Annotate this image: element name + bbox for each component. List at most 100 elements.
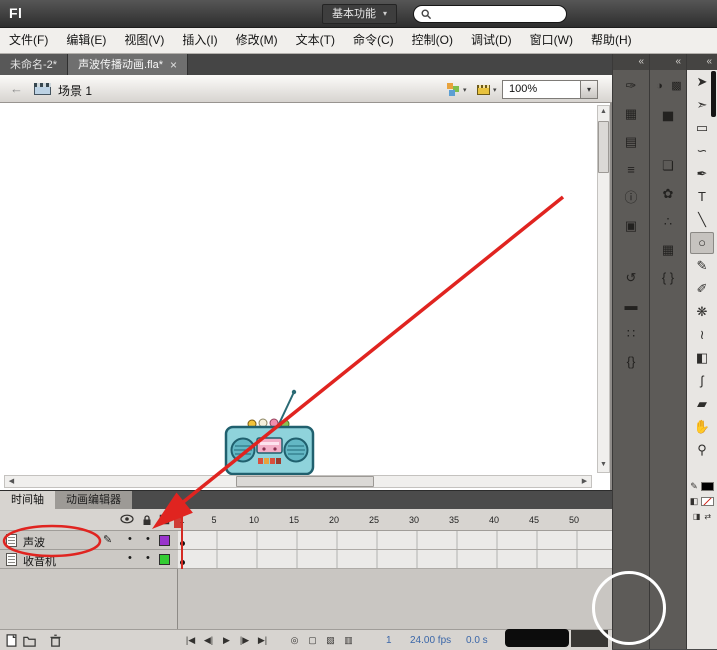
- outline-column-icon[interactable]: [159, 514, 170, 525]
- collapse-panels-button[interactable]: «: [650, 54, 686, 70]
- tools-scrollbar-thumb[interactable]: [711, 71, 716, 117]
- new-folder-button[interactable]: [22, 633, 37, 648]
- current-frame-field[interactable]: 1: [386, 635, 392, 646]
- layer-name[interactable]: 声波: [23, 534, 45, 550]
- bone-tool[interactable]: ≀: [690, 324, 714, 346]
- search-input[interactable]: [436, 8, 559, 20]
- menu-commands[interactable]: 命令(C): [344, 28, 403, 53]
- swap-colors-button[interactable]: ⇄: [704, 512, 711, 521]
- edit-symbols-button[interactable]: ▾: [447, 82, 473, 97]
- lock-column-icon[interactable]: [142, 514, 152, 526]
- zoom-value-field[interactable]: 100%: [502, 80, 581, 99]
- scrollbar-thumb[interactable]: [598, 121, 609, 173]
- library-panel-icon[interactable]: ❏: [655, 154, 681, 178]
- layer-row-radio[interactable]: 收音机 • •: [0, 550, 178, 569]
- align-panel-icon[interactable]: ▅: [655, 102, 681, 126]
- scrollbar-track[interactable]: [18, 476, 578, 487]
- swatches-panel-icon[interactable]: ▦: [618, 102, 644, 126]
- scrollbar-track[interactable]: [598, 119, 609, 459]
- info-panel-icon[interactable]: ≡: [618, 158, 644, 182]
- onion-skin-outlines-button[interactable]: ▧: [322, 632, 339, 648]
- components-panel-icon[interactable]: ▦: [655, 238, 681, 262]
- step-back-button[interactable]: ◀|: [200, 632, 217, 648]
- tab-motion-editor[interactable]: 动画编辑器: [55, 491, 132, 509]
- menu-insert[interactable]: 插入(I): [173, 28, 226, 53]
- layer-lock-dot[interactable]: •: [146, 533, 150, 545]
- eyedropper-tool[interactable]: ʃ: [690, 370, 714, 392]
- eraser-tool[interactable]: ▰: [690, 393, 714, 415]
- menu-edit[interactable]: 编辑(E): [57, 28, 115, 53]
- tab-timeline[interactable]: 时间轴: [0, 491, 55, 509]
- layer-outline-color-swatch[interactable]: [159, 535, 170, 546]
- go-to-first-frame-button[interactable]: |◀: [182, 632, 199, 648]
- free-transform-tool[interactable]: ▭: [690, 117, 714, 139]
- align-panel-icon[interactable]: ▤: [618, 130, 644, 154]
- new-layer-button[interactable]: [4, 633, 19, 648]
- lasso-tool[interactable]: ∽: [690, 140, 714, 162]
- menu-window[interactable]: 窗口(W): [521, 28, 582, 53]
- zoom-tool[interactable]: ⚲: [690, 439, 714, 461]
- text-tool[interactable]: T: [690, 186, 714, 208]
- tab-soundwave-animation[interactable]: 声波传播动画.fla* ×: [68, 54, 189, 75]
- layer-outline-color-swatch[interactable]: [159, 554, 170, 565]
- deco-tool[interactable]: ❋: [690, 301, 714, 323]
- step-forward-button[interactable]: |▶: [236, 632, 253, 648]
- scroll-down-icon[interactable]: ▼: [598, 459, 609, 472]
- line-tool[interactable]: ╲: [690, 209, 714, 231]
- paint-bucket-tool[interactable]: ◧: [690, 347, 714, 369]
- actions-panel-icon[interactable]: {}: [618, 350, 644, 374]
- frame-track-radio[interactable]: [178, 550, 612, 569]
- menu-control[interactable]: 控制(O): [403, 28, 462, 53]
- fill-color-swatch[interactable]: [701, 497, 715, 506]
- layer-name[interactable]: 收音机: [23, 553, 56, 569]
- go-to-last-frame-button[interactable]: ▶|: [254, 632, 271, 648]
- collapse-tools-button[interactable]: «: [687, 54, 717, 70]
- visibility-column-icon[interactable]: [120, 514, 134, 524]
- menu-modify[interactable]: 修改(M): [227, 28, 287, 53]
- scroll-left-icon[interactable]: ◀: [5, 476, 18, 487]
- hand-tool[interactable]: ✋: [690, 416, 714, 438]
- code-snippets-panel-icon[interactable]: { }: [655, 266, 681, 290]
- close-tab-icon[interactable]: ×: [170, 59, 177, 71]
- back-button[interactable]: ←: [10, 81, 23, 96]
- menu-file[interactable]: 文件(F): [0, 28, 57, 53]
- menu-text[interactable]: 文本(T): [287, 28, 344, 53]
- layer-lock-dot[interactable]: •: [146, 552, 150, 564]
- edit-scene-button[interactable]: ▾: [477, 82, 503, 97]
- layer-row-soundwave[interactable]: 声波 ✎ • •: [0, 531, 178, 550]
- scroll-right-icon[interactable]: ▶: [578, 476, 591, 487]
- edit-multiple-frames-button[interactable]: ▥: [340, 632, 357, 648]
- black-and-white-button[interactable]: ◨: [693, 512, 701, 521]
- delete-layer-button[interactable]: [48, 633, 63, 648]
- layer-visibility-dot[interactable]: •: [128, 552, 132, 564]
- layer-visibility-dot[interactable]: •: [128, 533, 132, 545]
- output-panel-icon[interactable]: ∷: [618, 322, 644, 346]
- project-panel-icon[interactable]: ∴: [655, 210, 681, 234]
- collapse-panels-button[interactable]: «: [613, 54, 649, 70]
- stroke-color-swatch[interactable]: [700, 482, 714, 491]
- workspace-switcher-button[interactable]: 基本功能 ▾: [322, 4, 398, 24]
- frame-track-soundwave[interactable]: [178, 531, 612, 550]
- play-button[interactable]: ▶: [218, 632, 235, 648]
- menu-view[interactable]: 视图(V): [115, 28, 173, 53]
- stage-canvas[interactable]: ◀ ▶ ▲ ▼: [0, 103, 612, 490]
- playhead[interactable]: [181, 509, 183, 569]
- vertical-scrollbar[interactable]: ▲ ▼: [597, 105, 610, 473]
- menu-debug[interactable]: 调试(D): [462, 28, 521, 53]
- swatches-panel-icon[interactable]: ▩: [669, 74, 684, 98]
- scrollbar-thumb[interactable]: [236, 476, 374, 487]
- search-box[interactable]: [413, 5, 567, 23]
- center-frame-button[interactable]: ◎: [286, 632, 303, 648]
- scene-panel-icon[interactable]: ▬: [618, 294, 644, 318]
- menu-help[interactable]: 帮助(H): [582, 28, 641, 53]
- history-panel-icon[interactable]: ↺: [618, 266, 644, 290]
- oval-tool[interactable]: ○: [690, 232, 714, 254]
- transform-panel-icon[interactable]: ▣: [618, 214, 644, 238]
- onion-skin-button[interactable]: ▢: [304, 632, 321, 648]
- radio-boombox-graphic[interactable]: [222, 386, 317, 481]
- motion-presets-panel-icon[interactable]: ✿: [655, 182, 681, 206]
- scroll-up-icon[interactable]: ▲: [598, 106, 609, 119]
- color-panel-icon[interactable]: ◑: [652, 74, 667, 98]
- pencil-tool[interactable]: ✎: [690, 255, 714, 277]
- pen-tool[interactable]: ✒: [690, 163, 714, 185]
